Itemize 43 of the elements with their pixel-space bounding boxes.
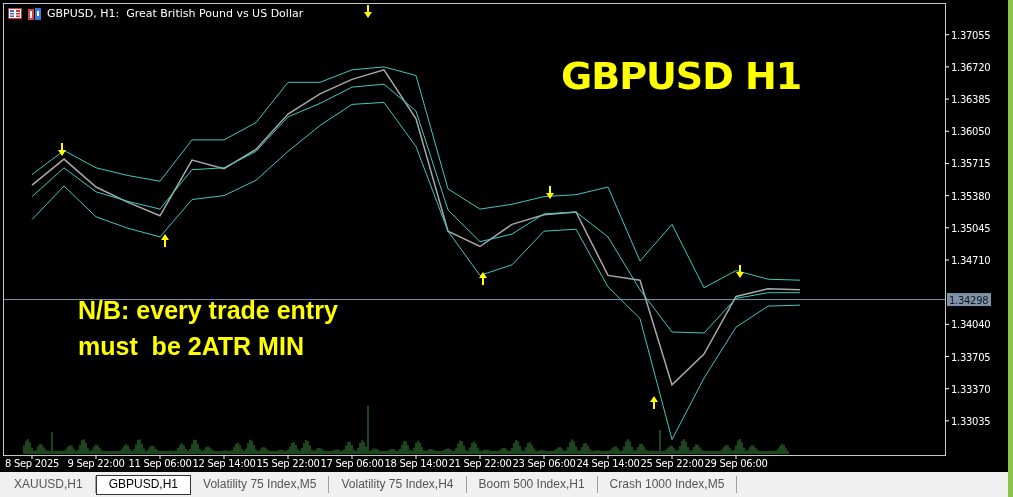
chart-heading: GBPUSD H1 [561, 54, 802, 98]
time-label: 25 Sep 22:00 [640, 458, 704, 469]
time-label: 9 Sep 22:00 [67, 458, 125, 469]
time-label: 11 Sep 06:00 [128, 458, 192, 469]
price-label: 1.34710 [951, 255, 991, 266]
price-label: 1.33035 [951, 415, 991, 427]
chart-tab[interactable]: Volatility 75 Index,H4 [329, 476, 467, 493]
up-arrow-icon [479, 272, 487, 285]
chart-window-icon [28, 7, 41, 20]
table-icon [8, 8, 22, 19]
down-arrow-icon [546, 186, 554, 199]
down-arrow-icon [364, 5, 372, 18]
time-label: 23 Sep 06:00 [512, 458, 576, 469]
chart-tab[interactable]: Crash 1000 Index,M5 [597, 476, 738, 493]
price-label: 1.35380 [951, 190, 991, 202]
chart-note: N/B: every trade entry must be 2ATR MIN [78, 295, 338, 362]
price-label: 1.33370 [951, 383, 991, 395]
chart-title: GBPUSD, H1: Great British Pound vs US Dollar [47, 7, 304, 20]
time-label: 24 Sep 14:00 [576, 458, 640, 469]
chart-tab[interactable]: Volatility 75 Index,M5 [191, 476, 330, 493]
chart-tab[interactable]: GBPUSD,H1 [95, 474, 192, 495]
time-label: 8 Sep 2025 [5, 458, 59, 469]
price-label: 1.36720 [951, 61, 991, 73]
up-arrow-icon [161, 234, 169, 247]
time-label: 18 Sep 14:00 [384, 458, 448, 469]
price-label: 1.36385 [951, 94, 991, 106]
chart-tab[interactable]: Boom 500 Index,H1 [466, 476, 598, 493]
chart-tab[interactable]: XAUUSD,H1 [2, 476, 96, 493]
time-label: 17 Sep 06:00 [320, 458, 384, 469]
time-label: 12 Sep 14:00 [192, 458, 256, 469]
down-arrow-icon [736, 265, 744, 278]
price-label: 1.35715 [951, 158, 991, 170]
price-label: 1.35045 [951, 222, 991, 234]
price-label: 1.36050 [951, 126, 991, 138]
time-label: 21 Sep 22:00 [448, 458, 512, 469]
price-label: 1.34040 [951, 319, 991, 331]
down-arrow-icon [58, 143, 66, 156]
current-price-label: 1.34298 [947, 293, 991, 307]
price-label: 1.33705 [951, 351, 991, 363]
time-label: 15 Sep 22:00 [256, 458, 320, 469]
up-arrow-icon [650, 396, 658, 409]
price-label: 1.37055 [951, 29, 991, 41]
time-label: 29 Sep 06:00 [704, 458, 768, 469]
